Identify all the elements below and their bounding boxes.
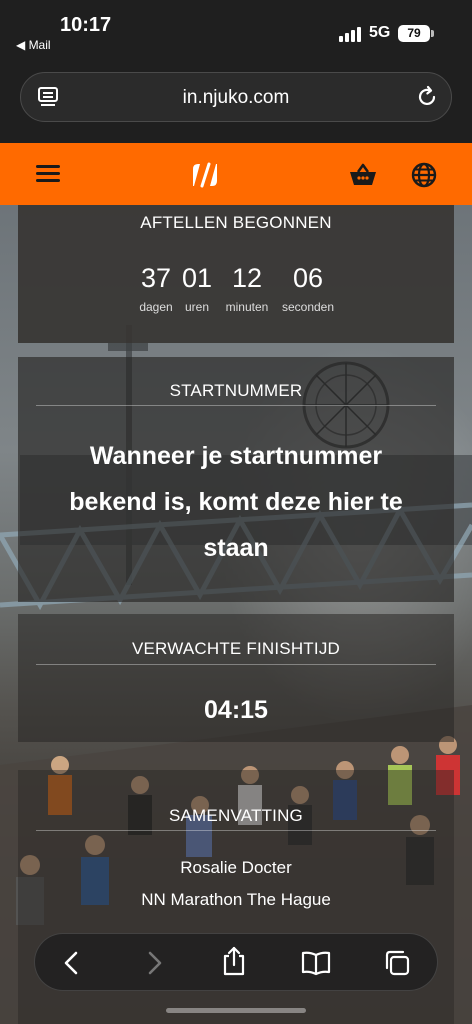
summary-title: SAMENVATTING xyxy=(168,806,303,825)
countdown-seconds: 06 seconden xyxy=(278,263,338,314)
expected-finish-card: VERWACHTE FINISHTIJD 04:15 xyxy=(18,614,454,742)
finish-time: 04:15 xyxy=(204,696,268,724)
basket-icon[interactable] xyxy=(349,163,377,187)
countdown-hours-value: 01 xyxy=(181,263,213,293)
divider xyxy=(36,664,436,665)
njuko-logo-icon[interactable] xyxy=(190,161,220,189)
home-indicator xyxy=(166,1008,306,1013)
finish-title: VERWACHTE FINISHTIJD xyxy=(131,639,340,658)
countdown-days-value: 37 xyxy=(140,263,172,293)
share-icon[interactable] xyxy=(221,946,247,976)
countdown-days: 37 dagen xyxy=(136,263,176,314)
countdown-seconds-label: seconden xyxy=(281,300,335,314)
countdown-card: AFTELLEN BEGONNEN 37 dagen 01 uren 12 mi… xyxy=(18,205,454,343)
bib-title: STARTNUMMER xyxy=(169,381,303,400)
countdown-seconds-value: 06 xyxy=(292,263,324,293)
countdown-title: AFTELLEN BEGONNEN xyxy=(140,213,332,232)
status-bar: 10:17 ◀ Mail 5G 79 xyxy=(0,0,472,62)
countdown-hours-label: uren xyxy=(184,300,210,314)
browser-toolbar xyxy=(34,933,438,991)
countdown-days-label: dagen xyxy=(139,300,173,314)
globe-icon[interactable] xyxy=(411,162,437,188)
event-name: NN Marathon The Hague xyxy=(141,890,331,909)
chevron-left-icon[interactable] xyxy=(59,950,85,976)
signal-icon xyxy=(339,26,363,42)
countdown-minutes: 12 minuten xyxy=(221,263,273,314)
menu-icon[interactable] xyxy=(36,165,60,183)
back-to-mail-link[interactable]: ◀ Mail xyxy=(16,38,51,52)
book-icon[interactable] xyxy=(301,950,331,976)
countdown-minutes-value: 12 xyxy=(231,263,263,293)
battery-icon: 79 xyxy=(398,25,430,42)
countdown-hours: 01 uren xyxy=(178,263,216,314)
reload-icon[interactable] xyxy=(415,85,439,109)
address-bar[interactable]: in.njuko.com xyxy=(20,72,452,122)
divider xyxy=(36,405,436,406)
battery-tip xyxy=(431,30,434,37)
status-time: 10:17 xyxy=(60,14,112,36)
site-header xyxy=(0,143,472,205)
participant-name: Rosalie Docter xyxy=(180,858,292,877)
divider xyxy=(36,830,436,831)
bib-number-card: STARTNUMMER Wanneer je startnummer beken… xyxy=(18,357,454,602)
browser-address-area: in.njuko.com xyxy=(0,62,472,143)
network-type: 5G xyxy=(369,24,391,41)
chevron-right-icon[interactable] xyxy=(141,950,167,976)
bib-message: Wanneer je startnummer bekend is, komt d… xyxy=(69,442,403,562)
countdown-minutes-label: minuten xyxy=(225,300,269,314)
url-text[interactable]: in.njuko.com xyxy=(21,87,451,109)
tabs-icon[interactable] xyxy=(383,949,411,977)
